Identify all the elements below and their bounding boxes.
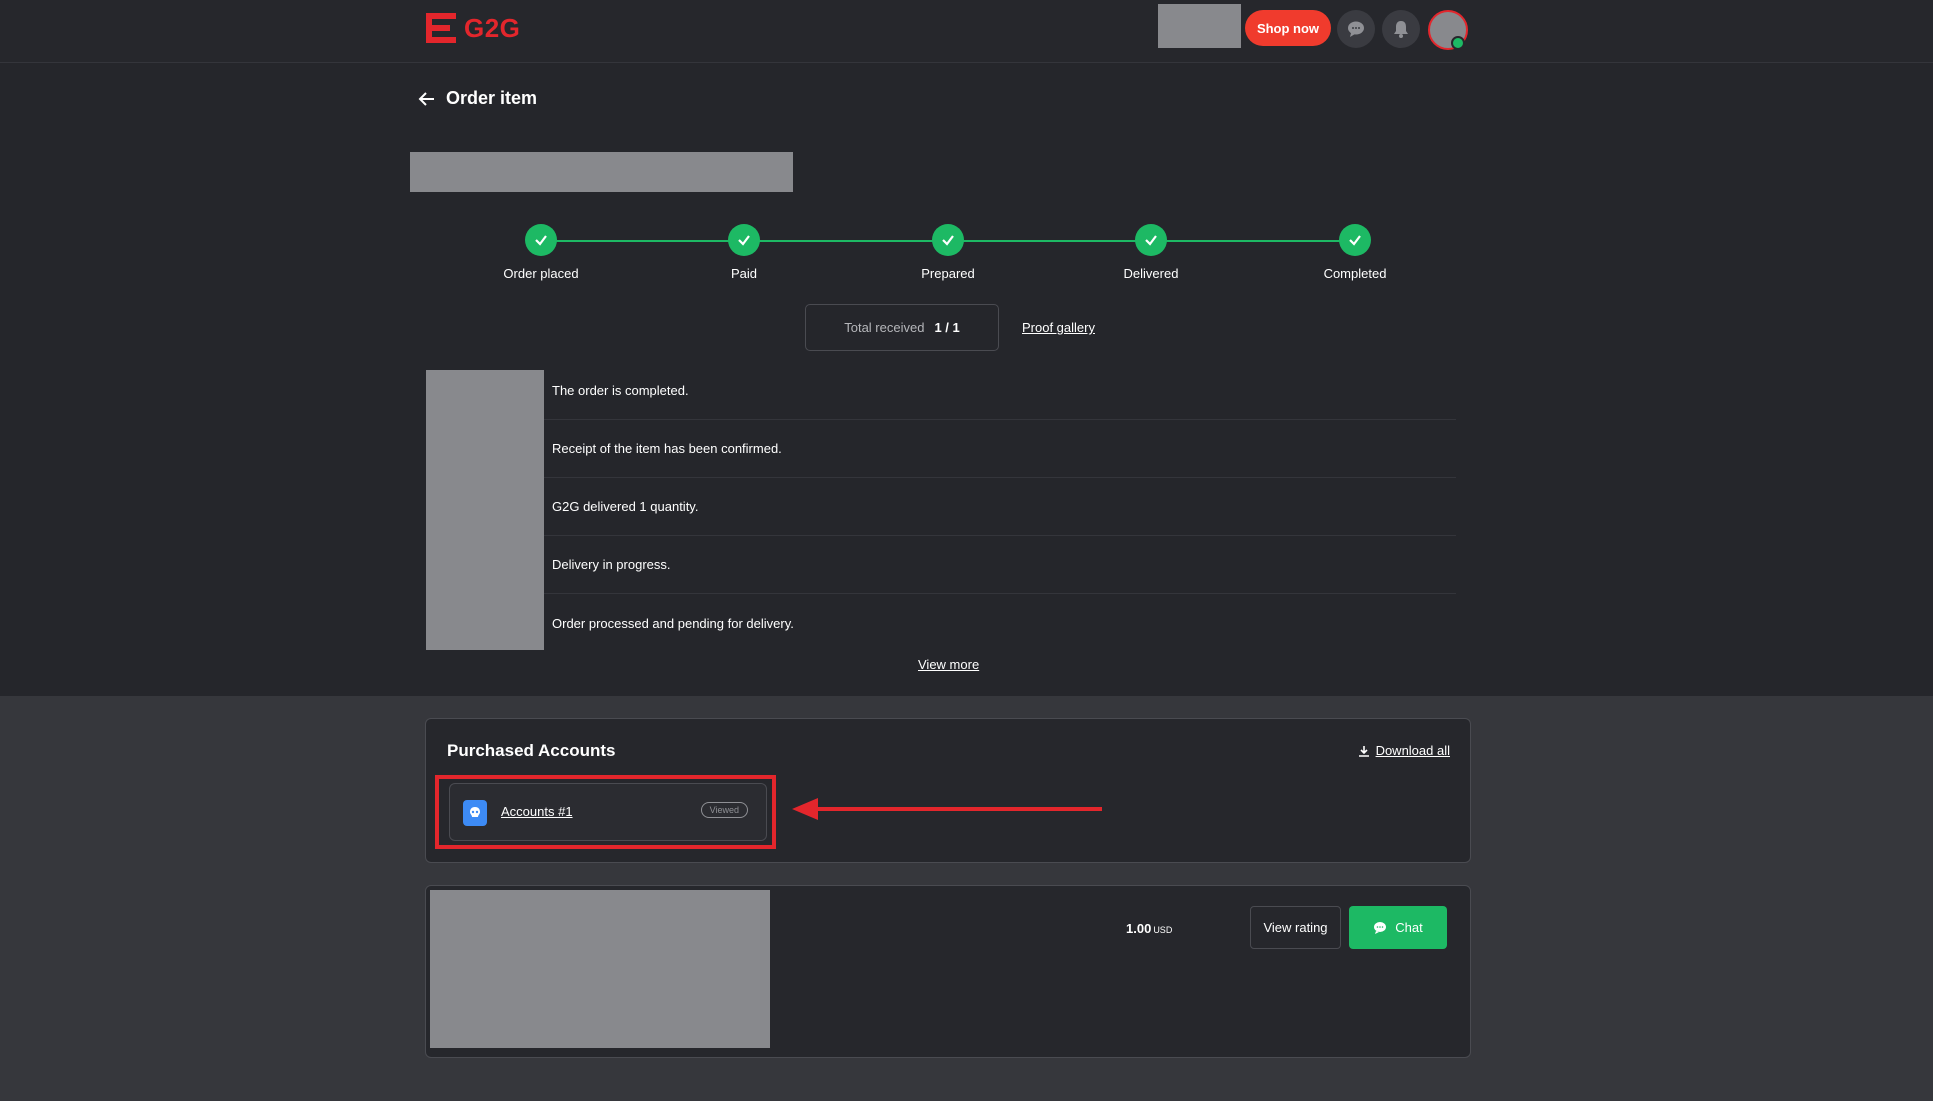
redacted-region (430, 890, 770, 1048)
check-icon (932, 224, 964, 256)
title-row: Order item (418, 88, 537, 109)
download-icon (1358, 745, 1369, 757)
step-prepared: Prepared (888, 224, 1008, 281)
g2g-logo-icon (426, 13, 456, 43)
redacted-region (410, 152, 793, 192)
total-received-value: 1 / 1 (934, 320, 960, 335)
annotation-arrow-icon (792, 798, 1102, 820)
g2g-logo[interactable]: G2G (424, 11, 520, 45)
total-received-label: Total received (844, 320, 925, 335)
online-status-dot (1451, 36, 1465, 50)
check-icon (1135, 224, 1167, 256)
download-all-link[interactable]: Download all (1358, 743, 1450, 758)
purchased-accounts-title: Purchased Accounts (447, 741, 616, 760)
step-label: Order placed (503, 266, 579, 281)
notifications-button[interactable] (1382, 10, 1420, 48)
view-more-link[interactable]: View more (918, 657, 979, 672)
shop-now-button[interactable]: Shop now (1245, 10, 1331, 46)
step-label: Delivered (1123, 266, 1179, 281)
price-currency: USD (1153, 925, 1173, 935)
logo-text: G2G (464, 12, 521, 43)
timeline-event: G2G delivered 1 quantity. (544, 478, 1456, 536)
step-label: Completed (1323, 266, 1387, 281)
page-title: Order item (446, 88, 538, 108)
timeline-event: Receipt of the item has been confirmed. (544, 420, 1456, 478)
proof-gallery-link[interactable]: Proof gallery (1022, 320, 1095, 335)
check-icon (1339, 224, 1371, 256)
redacted-region (1158, 4, 1241, 48)
view-rating-button[interactable]: View rating (1250, 906, 1341, 949)
check-icon (728, 224, 760, 256)
redacted-region (426, 370, 544, 650)
chat-label: Chat (1395, 920, 1423, 935)
chat-seller-button[interactable]: Chat (1349, 906, 1447, 949)
annotation-highlight-box (435, 775, 776, 849)
chat-button[interactable] (1337, 10, 1375, 48)
check-icon (525, 224, 557, 256)
top-header: G2G Shop now (0, 0, 1933, 63)
chat-bubble-icon (1374, 921, 1387, 934)
step-completed: Completed (1295, 224, 1415, 281)
timeline-event: Delivery in progress. (544, 536, 1456, 594)
download-all-label: Download all (1375, 743, 1450, 758)
chat-bubble-icon (1348, 21, 1364, 37)
price: 1.00 USD (1126, 921, 1172, 936)
timeline-event: The order is completed. (544, 362, 1456, 420)
total-received-box: Total received 1 / 1 (805, 304, 999, 351)
offer-card: 1.00 USD View rating Chat (425, 885, 1471, 1058)
back-arrow-icon[interactable] (418, 90, 436, 108)
price-value: 1.00 (1126, 921, 1152, 936)
bell-icon (1394, 21, 1408, 38)
timeline-event: Order processed and pending for delivery… (552, 615, 794, 631)
step-label: Paid (730, 266, 758, 281)
step-label: Prepared (921, 266, 975, 281)
step-paid: Paid (684, 224, 804, 281)
step-order-placed: Order placed (481, 224, 601, 281)
step-delivered: Delivered (1091, 224, 1211, 281)
